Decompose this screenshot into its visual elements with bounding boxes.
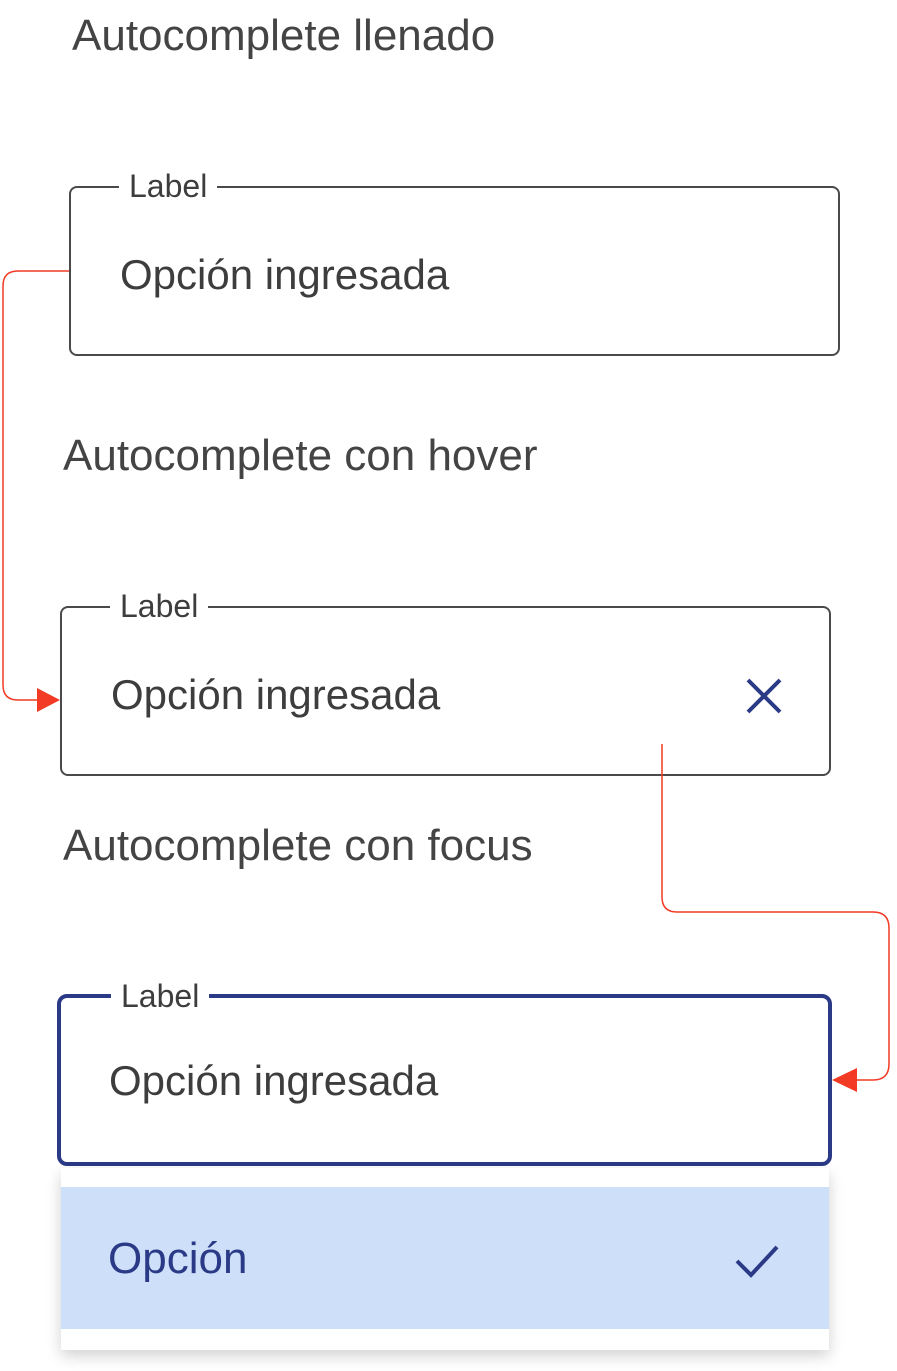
- section-title-hover: Autocomplete con hover: [63, 431, 538, 480]
- field-value: Opción ingresada: [109, 1057, 439, 1104]
- arrowhead-hover: [37, 688, 60, 712]
- option-label: Opción: [108, 1234, 248, 1283]
- autocomplete-dropdown: Opción: [61, 1168, 829, 1350]
- autocomplete-hover-field[interactable]: Label Opción ingresada: [60, 588, 831, 776]
- autocomplete-focus-field[interactable]: Label Opción ingresada: [57, 978, 832, 1166]
- field-value: Opción ingresada: [120, 251, 450, 298]
- autocomplete-filled-field[interactable]: Label Opción ingresada: [69, 168, 840, 356]
- close-icon[interactable]: [742, 674, 786, 718]
- field-label: Label: [119, 168, 218, 204]
- arrowhead-focus: [832, 1068, 857, 1092]
- field-label: Label: [110, 588, 209, 624]
- check-icon: [731, 1237, 783, 1281]
- field-value: Opción ingresada: [111, 671, 441, 718]
- section-title-focus: Autocomplete con focus: [63, 821, 533, 870]
- dropdown-option-selected[interactable]: Opción: [61, 1187, 829, 1329]
- section-title-filled: Autocomplete llenado: [72, 11, 496, 60]
- field-label: Label: [111, 978, 210, 1014]
